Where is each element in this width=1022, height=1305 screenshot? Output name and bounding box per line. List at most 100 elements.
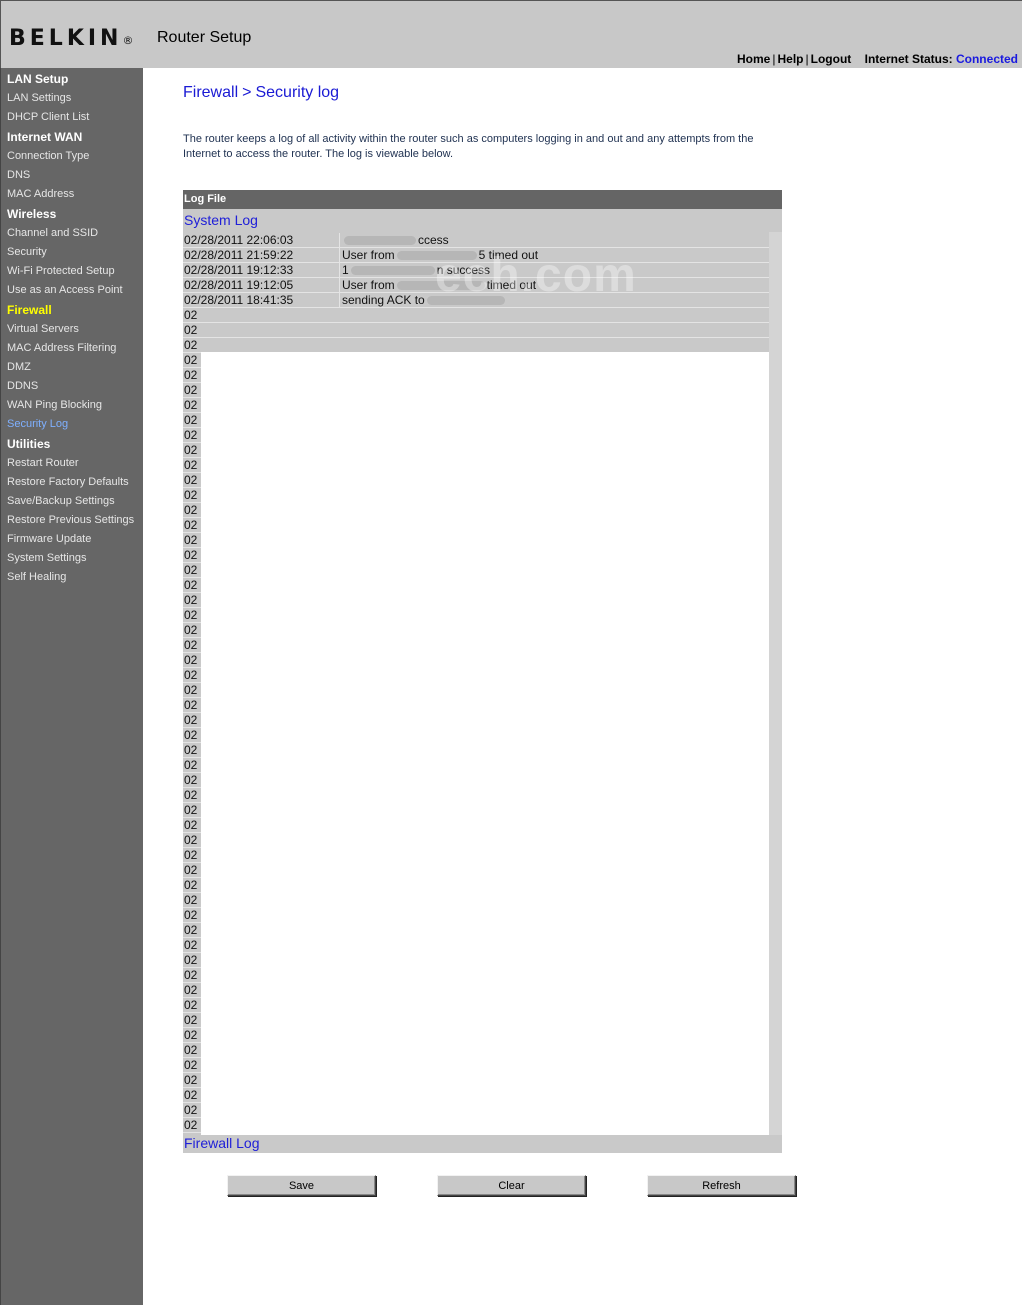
nav-separator: | <box>805 52 809 66</box>
belkin-logo: BELKIN® <box>9 26 133 51</box>
sidebar-item-wifi-protected-setup[interactable]: Wi-Fi Protected Setup <box>7 265 115 277</box>
sidebar-section-internet-wan[interactable]: Internet WAN <box>7 130 82 144</box>
log-entry-time: 02 <box>184 608 198 622</box>
sidebar-item-restore-defaults[interactable]: Restore Factory Defaults <box>7 476 129 488</box>
sidebar-item-system-settings[interactable]: System Settings <box>7 552 86 564</box>
breadcrumb-page: Security log <box>255 84 340 101</box>
save-button[interactable]: Save <box>227 1175 376 1196</box>
log-entry-time: 02 <box>184 533 198 547</box>
internet-status-label: Internet Status: <box>864 52 953 66</box>
log-entry-time: 02 <box>184 1028 198 1042</box>
header-bar: BELKIN® Router Setup Home | Help | Logout In… <box>0 0 1022 68</box>
log-entry-row: 02/28/2011 22:06:03 ccess <box>183 233 782 248</box>
log-entry-time: 02 <box>184 788 198 802</box>
log-entry-time: 02 <box>184 398 198 412</box>
sidebar-section-lan-setup[interactable]: LAN Setup <box>7 72 68 86</box>
log-entry-time: 02 <box>184 623 198 637</box>
log-entry-time: 02 <box>184 368 198 382</box>
log-entry-time: 02 <box>184 893 198 907</box>
log-scrollbar[interactable] <box>769 232 782 1135</box>
log-entry-message: User from 5 timed out <box>342 248 538 262</box>
page-title: Firewall > Security log <box>183 84 339 102</box>
log-entry-time: 02 <box>184 428 198 442</box>
log-entry-time: 02 <box>184 818 198 832</box>
log-entry-row: 02/28/2011 19:12:05 User from timed out <box>183 278 782 293</box>
sidebar-section-wireless[interactable]: Wireless <box>7 207 56 221</box>
redacted-ip <box>426 296 505 306</box>
sidebar-item-self-healing[interactable]: Self Healing <box>7 571 66 583</box>
log-entry-time: 02 <box>184 833 198 847</box>
log-entry-time: 02 <box>184 563 198 577</box>
sidebar-item-channel-ssid[interactable]: Channel and SSID <box>7 227 98 239</box>
sidebar-item-ddns[interactable]: DDNS <box>7 380 38 392</box>
sidebar-item-mac-address[interactable]: MAC Address <box>7 188 74 200</box>
log-entry-time: 02/28/2011 22:06:03 <box>184 233 294 247</box>
log-entry-time: 02 <box>184 848 198 862</box>
sidebar-item-wan-ping-blocking[interactable]: WAN Ping Blocking <box>7 399 102 411</box>
log-entry-time: 02/28/2011 19:12:33 <box>184 263 294 277</box>
log-entry-row: 02/28/2011 18:41:35 sending ACK to <box>183 293 782 308</box>
log-entry-row: 02/28/2011 21:59:22 User from 5 timed out <box>183 248 782 263</box>
sidebar-section-utilities[interactable]: Utilities <box>7 437 50 451</box>
sidebar-item-dns[interactable]: DNS <box>7 169 30 181</box>
log-entry-row: 02/28/2011 19:12:33 1 n success <box>183 263 782 278</box>
log-entry-time: 02 <box>184 503 198 517</box>
sidebar-item-mac-filtering[interactable]: MAC Address Filtering <box>7 342 116 354</box>
logout-link[interactable]: Logout <box>811 52 852 66</box>
log-entry-message: 1 n success <box>342 263 490 277</box>
sidebar-item-wireless-security[interactable]: Security <box>7 246 47 258</box>
internet-status-value: Connected <box>955 52 1018 66</box>
log-message-part: User from <box>342 248 395 262</box>
log-entry-time: 02 <box>184 668 198 682</box>
system-log-list[interactable]: 02/28/2011 22:06:03 ccess 02/28/2011 21:59… <box>183 232 782 1135</box>
log-column-divider <box>339 233 340 248</box>
log-entry-row: 02 <box>183 308 782 323</box>
refresh-button[interactable]: Refresh <box>647 1175 796 1196</box>
log-redacted-area <box>201 352 769 1135</box>
log-entry-time: 02 <box>184 698 198 712</box>
log-entry-time: 02 <box>184 878 198 892</box>
sidebar-item-firmware-update[interactable]: Firmware Update <box>7 533 91 545</box>
log-column-divider <box>339 293 340 308</box>
log-entry-time: 02/28/2011 18:41:35 <box>184 293 294 307</box>
log-entry-time: 02 <box>184 548 198 562</box>
home-link[interactable]: Home <box>737 52 770 66</box>
sidebar-item-restore-previous[interactable]: Restore Previous Settings <box>7 514 134 526</box>
sidebar-item-dhcp-client-list[interactable]: DHCP Client List <box>7 111 89 123</box>
clear-button[interactable]: Clear <box>437 1175 586 1196</box>
log-entry-time: 02 <box>184 743 198 757</box>
log-entry-time: 02 <box>184 1118 198 1132</box>
sidebar-item-save-backup[interactable]: Save/Backup Settings <box>7 495 115 507</box>
log-entry-time: 02 <box>184 908 198 922</box>
log-entry-time: 02 <box>184 593 198 607</box>
sidebar-item-virtual-servers[interactable]: Virtual Servers <box>7 323 79 335</box>
log-entry-time: 02 <box>184 1073 198 1087</box>
log-entry-time: 02 <box>184 323 198 337</box>
log-entry-time: 02 <box>184 308 198 322</box>
log-message-part: User from <box>342 278 395 292</box>
log-entry-time: 02 <box>184 683 198 697</box>
log-entry-time: 02 <box>184 338 198 352</box>
log-column-divider <box>339 248 340 263</box>
top-nav: Home | Help | Logout Internet Status: Connec… <box>737 52 1018 66</box>
sidebar-item-access-point[interactable]: Use as an Access Point <box>7 284 123 296</box>
registered-mark: ® <box>122 34 134 47</box>
log-entry-row: 02 <box>183 338 782 353</box>
intro-text: The router keeps a log of all activity w… <box>183 133 754 160</box>
log-entry-time: 02/28/2011 19:12:05 <box>184 278 294 292</box>
sidebar-item-security-log[interactable]: Security Log <box>7 418 68 430</box>
sidebar-item-dmz[interactable]: DMZ <box>7 361 31 373</box>
sidebar-section-firewall[interactable]: Firewall <box>7 303 52 317</box>
log-entry-time: 02 <box>184 758 198 772</box>
log-entry-time: 02 <box>184 923 198 937</box>
log-file-header: Log File <box>183 190 782 209</box>
sidebar-item-connection-type[interactable]: Connection Type <box>7 150 89 162</box>
help-link[interactable]: Help <box>777 52 803 66</box>
log-entry-time: 02 <box>184 998 198 1012</box>
sidebar-item-lan-settings[interactable]: LAN Settings <box>7 92 71 104</box>
log-entry-time: 02/28/2011 21:59:22 <box>184 248 294 262</box>
breadcrumb-separator: > <box>242 84 252 101</box>
log-entry-time: 02 <box>184 413 198 427</box>
log-entry-time: 02 <box>184 728 198 742</box>
sidebar-item-restart-router[interactable]: Restart Router <box>7 457 79 469</box>
